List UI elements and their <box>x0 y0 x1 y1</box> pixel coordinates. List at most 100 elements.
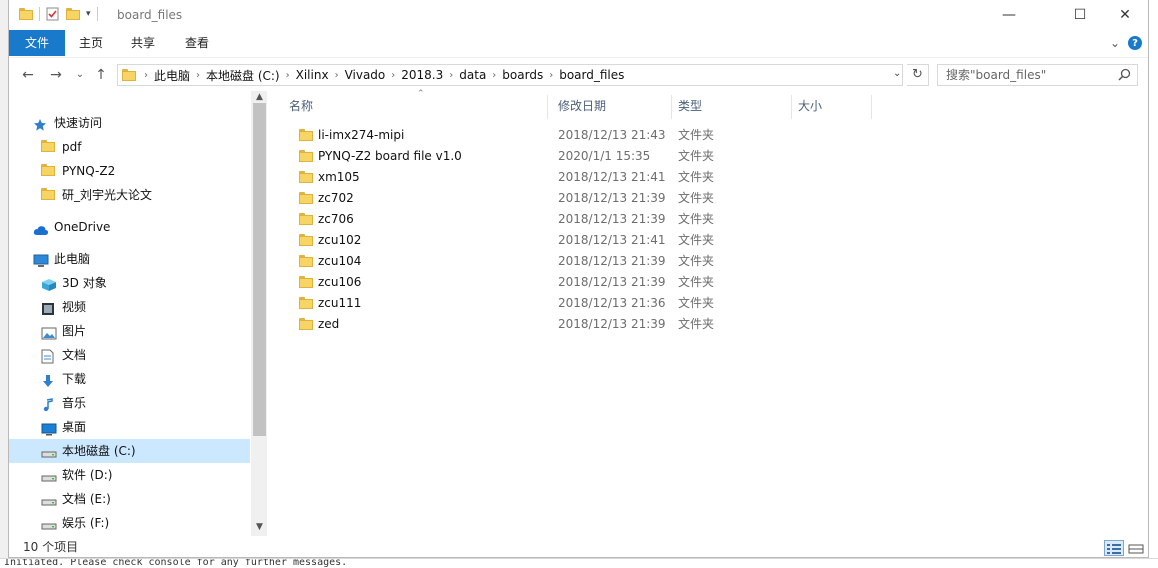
column-divider[interactable] <box>547 95 548 119</box>
sidebar-item[interactable]: 娱乐 (F:) <box>9 511 250 535</box>
address-dropdown-icon[interactable]: ⌄ <box>893 68 901 79</box>
column-divider[interactable] <box>671 95 672 119</box>
breadcrumb-this-pc[interactable]: 此电脑 <box>150 67 194 84</box>
chevron-right-icon[interactable]: › <box>547 70 555 81</box>
sidebar-item[interactable]: 视频 <box>9 295 250 319</box>
sidebar-item-label: 软件 (D:) <box>62 468 113 482</box>
forward-button[interactable]: → <box>47 66 65 84</box>
tab-home[interactable]: 主页 <box>73 30 109 56</box>
sidebar-item-label: 图片 <box>62 324 87 338</box>
breadcrumb-local-disk[interactable]: 本地磁盘 (C:) <box>202 67 284 84</box>
file-row[interactable]: zed 2018/12/13 21:39 文件夹 <box>285 314 885 335</box>
chevron-right-icon[interactable]: › <box>447 70 455 81</box>
explorer-window: ▾ board_files — ☐ ✕ 文件 主页 共享 查看 ⌄ ? ← → … <box>8 0 1149 558</box>
sidebar-item[interactable]: 图片 <box>9 319 250 343</box>
sidebar-item[interactable]: 下载 <box>9 367 250 391</box>
nav-scroll-thumb[interactable] <box>253 103 266 436</box>
column-divider[interactable] <box>871 95 872 119</box>
sidebar-item-label: 文档 <box>62 348 87 362</box>
sidebar-item[interactable]: 桌面 <box>9 415 250 439</box>
file-row[interactable]: zcu111 2018/12/13 21:36 文件夹 <box>285 293 885 314</box>
sidebar-item[interactable]: 文档 <box>9 343 250 367</box>
breadcrumb-board-files[interactable]: board_files <box>555 68 628 82</box>
properties-icon[interactable] <box>46 7 60 21</box>
sidebar-item[interactable]: PYNQ-Z2 <box>9 159 250 183</box>
folder-icon <box>299 171 313 184</box>
column-header-name[interactable]: 名称 <box>289 91 539 121</box>
sidebar-item[interactable]: 软件 (D:) <box>9 463 250 487</box>
sidebar-item-label: 此电脑 <box>54 252 91 266</box>
folder-icon[interactable] <box>19 8 33 20</box>
breadcrumb-data[interactable]: data <box>455 68 490 82</box>
column-divider[interactable] <box>791 95 792 119</box>
new-folder-icon[interactable] <box>66 8 80 20</box>
up-button[interactable]: ↑ <box>92 66 110 84</box>
file-type: 文件夹 <box>678 191 715 205</box>
column-header-size[interactable]: 大小 <box>798 91 868 121</box>
column-header-type[interactable]: 类型 <box>678 91 788 121</box>
file-type: 文件夹 <box>678 233 715 247</box>
breadcrumb-boards[interactable]: boards <box>498 68 547 82</box>
help-icon[interactable]: ? <box>1128 36 1142 50</box>
sidebar-item[interactable]: 研_刘宇光大论文 <box>9 183 250 207</box>
file-row[interactable]: zcu102 2018/12/13 21:41 文件夹 <box>285 230 885 251</box>
minimize-button[interactable]: — <box>986 0 1032 30</box>
download-icon <box>41 372 57 387</box>
sidebar-item-label: pdf <box>62 140 82 154</box>
chevron-right-icon[interactable]: › <box>284 70 292 81</box>
file-row[interactable]: zcu106 2018/12/13 21:39 文件夹 <box>285 272 885 293</box>
maximize-button[interactable]: ☐ <box>1057 0 1103 30</box>
sidebar-item-label: 桌面 <box>62 420 87 434</box>
file-row[interactable]: zc702 2018/12/13 21:39 文件夹 <box>285 188 885 209</box>
sidebar-item[interactable]: 音乐 <box>9 391 250 415</box>
ribbon-tabs: 文件 主页 共享 查看 ⌄ ? <box>9 30 1148 56</box>
breadcrumb-vivado[interactable]: Vivado <box>341 68 390 82</box>
cloud-icon <box>33 220 49 235</box>
sidebar-item[interactable]: 3D 对象 <box>9 271 250 295</box>
qat-dropdown-icon[interactable]: ▾ <box>86 9 91 19</box>
star-icon <box>33 116 49 131</box>
sidebar-item[interactable]: 文档 (E:) <box>9 487 250 511</box>
tab-view[interactable]: 查看 <box>179 30 215 56</box>
sidebar-item[interactable]: pdf <box>9 135 250 159</box>
column-header-date[interactable]: 修改日期 <box>558 91 668 121</box>
folder-icon <box>41 188 57 202</box>
file-row[interactable]: zcu104 2018/12/13 21:39 文件夹 <box>285 251 885 272</box>
folder-icon <box>299 129 313 142</box>
back-button[interactable]: ← <box>19 66 37 84</box>
drive-icon <box>41 444 57 458</box>
sidebar-item[interactable]: OneDrive <box>9 215 250 239</box>
breadcrumb-xilinx[interactable]: Xilinx <box>292 68 333 82</box>
file-row[interactable]: xm105 2018/12/13 21:41 文件夹 <box>285 167 885 188</box>
drive-icon <box>41 468 57 482</box>
chevron-right-icon[interactable]: › <box>490 70 498 81</box>
chevron-right-icon[interactable]: › <box>333 70 341 81</box>
breadcrumb-version[interactable]: 2018.3 <box>397 68 447 82</box>
close-button[interactable]: ✕ <box>1102 0 1148 30</box>
scroll-up-icon[interactable]: ▲ <box>251 91 267 103</box>
tab-share[interactable]: 共享 <box>125 30 161 56</box>
large-icons-view-button[interactable] <box>1126 540 1146 556</box>
tab-file[interactable]: 文件 <box>9 30 65 56</box>
sidebar-item-label: OneDrive <box>54 220 111 234</box>
search-input[interactable]: 搜索"board_files" <box>937 64 1138 86</box>
refresh-button[interactable]: ↻ <box>907 64 929 86</box>
file-row[interactable]: li-imx274-mipi 2018/12/13 21:43 文件夹 <box>285 125 885 146</box>
chevron-right-icon[interactable]: › <box>142 70 150 81</box>
ribbon-expand-icon[interactable]: ⌄ <box>1110 36 1120 50</box>
title-bar: ▾ board_files — ☐ ✕ <box>9 0 1148 30</box>
file-name: zcu104 <box>318 254 362 268</box>
file-row[interactable]: zc706 2018/12/13 21:39 文件夹 <box>285 209 885 230</box>
chevron-right-icon[interactable]: › <box>389 70 397 81</box>
sidebar-item[interactable]: 本地磁盘 (C:) <box>9 439 250 463</box>
details-view-button[interactable] <box>1104 540 1124 556</box>
sidebar-item[interactable]: 快速访问 <box>9 111 250 135</box>
scroll-down-icon[interactable]: ▼ <box>251 521 267 533</box>
nav-scrollbar[interactable]: ▲ ▼ <box>251 91 267 536</box>
address-bar[interactable]: › 此电脑 › 本地磁盘 (C:) › Xilinx › Vivado › 20… <box>117 64 903 86</box>
recent-locations-button[interactable]: ⌄ <box>71 66 89 84</box>
sidebar-item[interactable]: 此电脑 <box>9 247 250 271</box>
chevron-right-icon[interactable]: › <box>194 70 202 81</box>
file-date: 2018/12/13 21:39 <box>558 317 666 331</box>
file-row[interactable]: PYNQ-Z2 board file v1.0 2020/1/1 15:35 文件夹 <box>285 146 885 167</box>
